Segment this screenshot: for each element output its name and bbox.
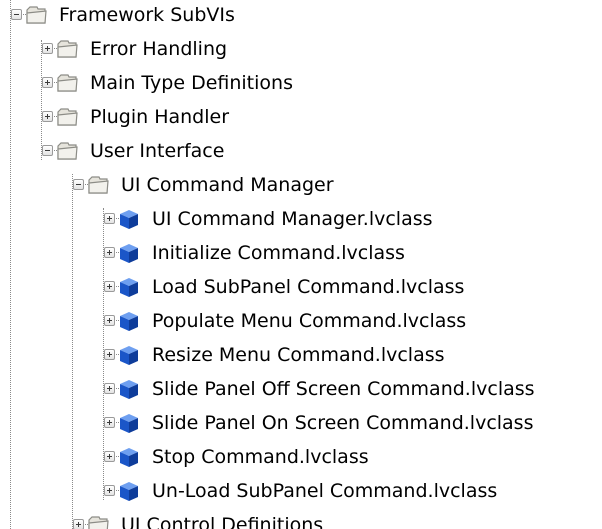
tree-item[interactable]: UI Command Manager	[0, 170, 602, 202]
tree-item[interactable]: UI Control Definitions	[0, 510, 602, 529]
project-tree[interactable]: Framework SubVIs Error Handling Main Type …	[0, 0, 602, 529]
expand-icon[interactable]	[104, 213, 115, 224]
lvclass-cube-icon	[117, 208, 141, 230]
lvclass-cube-icon	[117, 412, 141, 434]
expand-icon[interactable]	[42, 77, 53, 88]
tree-item-label: UI Command Manager.lvclass	[152, 208, 433, 230]
tree-item[interactable]: Stop Command.lvclass	[0, 442, 602, 474]
tree-item-label: Initialize Command.lvclass	[152, 242, 405, 264]
folder-icon	[55, 140, 79, 162]
tree-item-label: Slide Panel Off Screen Command.lvclass	[152, 378, 535, 400]
lvclass-cube-icon	[117, 378, 141, 400]
expand-icon[interactable]	[104, 451, 115, 462]
tree-item[interactable]: Framework SubVIs	[0, 0, 602, 32]
tree-item-label: UI Control Definitions	[121, 514, 324, 529]
folder-icon	[55, 72, 79, 94]
tree-item[interactable]: Slide Panel Off Screen Command.lvclass	[0, 374, 602, 406]
tree-item[interactable]: Resize Menu Command.lvclass	[0, 340, 602, 372]
tree-item-label: Stop Command.lvclass	[152, 446, 369, 468]
expand-icon[interactable]	[104, 247, 115, 258]
tree-item-label: UI Command Manager	[121, 174, 334, 196]
collapse-icon[interactable]	[11, 9, 22, 20]
tree-item-label: Main Type Definitions	[90, 72, 293, 94]
lvclass-cube-icon	[117, 310, 141, 332]
tree-item-label: Load SubPanel Command.lvclass	[152, 276, 465, 298]
tree-item[interactable]: Error Handling	[0, 34, 602, 66]
lvclass-cube-icon	[117, 276, 141, 298]
tree-item-label: Error Handling	[90, 38, 228, 60]
tree-item[interactable]: Load SubPanel Command.lvclass	[0, 272, 602, 304]
expand-icon[interactable]	[104, 485, 115, 496]
tree-item[interactable]: Initialize Command.lvclass	[0, 238, 602, 270]
tree-item-label: Slide Panel On Screen Command.lvclass	[152, 412, 534, 434]
lvclass-cube-icon	[117, 344, 141, 366]
expand-icon[interactable]	[104, 383, 115, 394]
tree-item-label: Un-Load SubPanel Command.lvclass	[152, 480, 498, 502]
tree-item[interactable]: Un-Load SubPanel Command.lvclass	[0, 476, 602, 508]
collapse-icon[interactable]	[42, 145, 53, 156]
lvclass-cube-icon	[117, 242, 141, 264]
expand-icon[interactable]	[73, 519, 84, 529]
tree-item[interactable]: Main Type Definitions	[0, 68, 602, 100]
tree-item[interactable]: Populate Menu Command.lvclass	[0, 306, 602, 338]
folder-icon	[86, 174, 110, 196]
folder-icon	[86, 514, 110, 529]
expand-icon[interactable]	[42, 111, 53, 122]
tree-item[interactable]: User Interface	[0, 136, 602, 168]
collapse-icon[interactable]	[73, 179, 84, 190]
expand-icon[interactable]	[104, 417, 115, 428]
expand-icon[interactable]	[104, 349, 115, 360]
tree-item-label: User Interface	[90, 140, 225, 162]
folder-icon	[24, 4, 48, 26]
folder-icon	[55, 38, 79, 60]
expand-icon[interactable]	[104, 281, 115, 292]
tree-item-label: Plugin Handler	[90, 106, 230, 128]
lvclass-cube-icon	[117, 480, 141, 502]
lvclass-cube-icon	[117, 446, 141, 468]
tree-item[interactable]: Plugin Handler	[0, 102, 602, 134]
tree-item[interactable]: Slide Panel On Screen Command.lvclass	[0, 408, 602, 440]
expand-icon[interactable]	[104, 315, 115, 326]
tree-item-label: Resize Menu Command.lvclass	[152, 344, 445, 366]
folder-icon	[55, 106, 79, 128]
tree-item-label: Populate Menu Command.lvclass	[152, 310, 467, 332]
tree-item[interactable]: UI Command Manager.lvclass	[0, 204, 602, 236]
expand-icon[interactable]	[42, 43, 53, 54]
tree-item-label: Framework SubVIs	[59, 4, 235, 26]
